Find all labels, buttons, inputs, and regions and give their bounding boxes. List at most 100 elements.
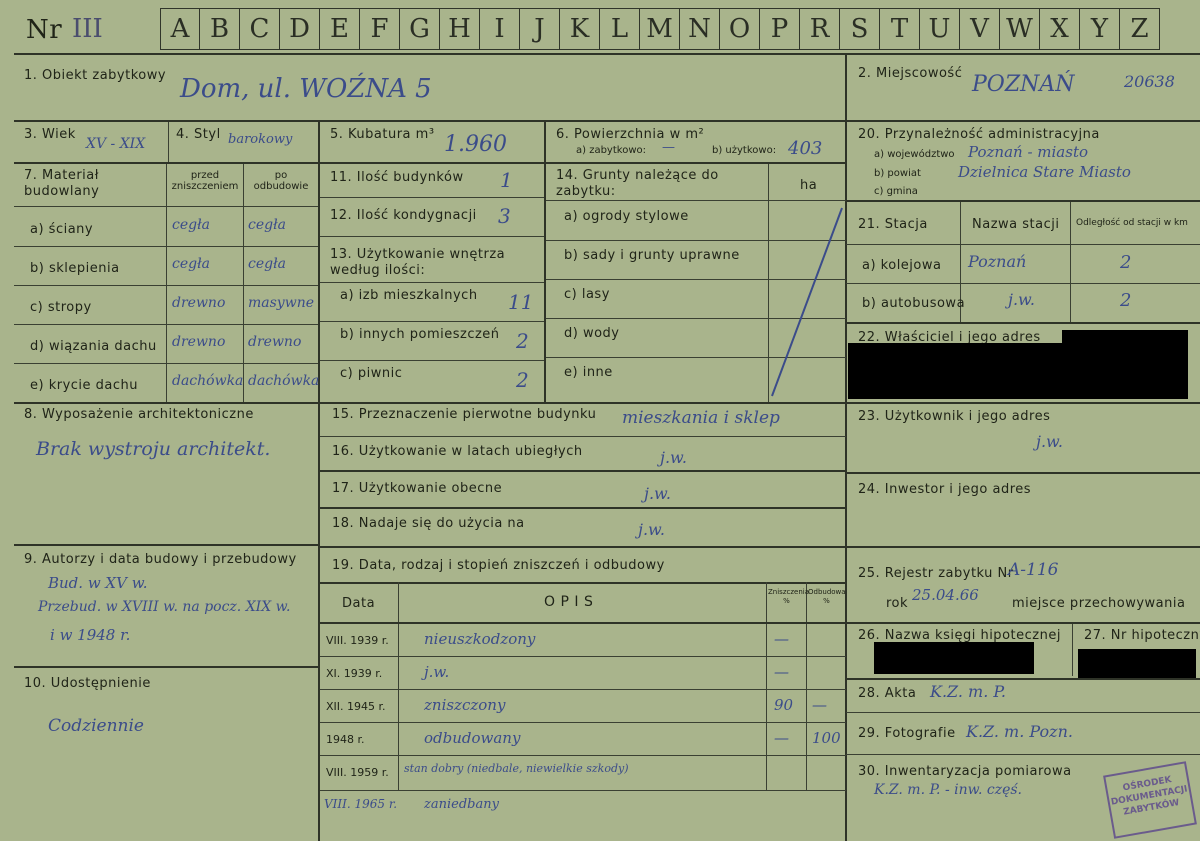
field7-row-after: drewno	[248, 334, 302, 350]
field19-row-rebuild: —	[812, 696, 827, 714]
field7-row-after: cegła	[248, 217, 286, 233]
index-letter-l: L	[600, 8, 640, 50]
index-letter-d: D	[280, 8, 320, 50]
field13-row-label: a) izb mieszkalnych	[340, 288, 478, 303]
field21-row-label: a) kolejowa	[862, 258, 942, 273]
field6-sub-a: a) zabytkowo:	[576, 145, 646, 156]
field7-row-label: d) wiązania dachu	[30, 339, 157, 354]
nr-label: Nr	[26, 15, 63, 45]
field21-row-divider	[846, 283, 1200, 284]
field13-row-label: c) piwnic	[340, 366, 403, 381]
field14-label: 14. Grunty należące do zabytku:	[556, 168, 719, 199]
field4-value: barokowy	[228, 132, 293, 147]
field21-col-name: Nazwa stacji	[972, 217, 1060, 232]
field6-sub-b: b) użytkowo:	[712, 145, 777, 156]
index-letter-row: ABCDEFGHIJKLMNOPRSTUVWXYZ	[160, 8, 1160, 50]
field19-col-damage: Zniszczenia %	[768, 588, 809, 605]
field19-row-desc: zniszczony	[424, 696, 506, 714]
index-letter-j: J	[520, 8, 560, 50]
index-letter-s: S	[840, 8, 880, 50]
field11-label: 11. Ilość budynków	[330, 170, 464, 185]
field23-value: j.w.	[1036, 432, 1063, 451]
field20-b-value: Dzielnica Stare Miasto	[958, 163, 1131, 181]
index-letter-b: B	[200, 8, 240, 50]
index-letter-r: R	[800, 8, 840, 50]
field21-row-name: j.w.	[1008, 290, 1035, 309]
field15-label: 15. Przeznaczenie pierwotne budynku	[332, 407, 597, 422]
index-letter-t: T	[880, 8, 920, 50]
field1-value: Dom, ul. WOŹNA 5	[180, 74, 432, 104]
field19-row-desc: stan dobry (niedbale, niewielkie szkody)	[404, 762, 629, 775]
field19-row-desc: nieuszkodzony	[424, 630, 536, 648]
field7-label: 7. Materiał budowlany	[24, 168, 100, 199]
field7-row-before: cegła	[172, 217, 210, 233]
field19-row-damage: 90	[774, 696, 794, 714]
field13-row-value: 11	[508, 290, 534, 314]
field14-cancel-stroke	[771, 207, 843, 397]
index-letter-c: C	[240, 8, 280, 50]
field14-row-label: b) sady i grunty uprawne	[564, 248, 740, 263]
field9-line3: i w 1948 r.	[50, 626, 131, 644]
index-letter-p: P	[760, 8, 800, 50]
field7-row-before: drewno	[172, 295, 226, 311]
record-card: Nr III ABCDEFGHIJKLMNOPRSTUVWXYZ 1. Obie…	[0, 0, 1200, 841]
field7-row-label: e) krycie dachu	[30, 378, 139, 393]
index-letter-f: F	[360, 8, 400, 50]
redaction-owner-b	[848, 343, 1188, 399]
index-letter-m: M	[640, 8, 680, 50]
field19-extra-date: VIII. 1965 r.	[324, 797, 398, 811]
field27-label: 27. Nr hipoteczny	[1084, 628, 1200, 643]
field3-value: XV - XIX	[86, 136, 146, 152]
field20-c-label: c) gmina	[874, 186, 918, 197]
field7-row-divider	[14, 285, 318, 286]
field20-b-label: b) powiat	[874, 168, 921, 179]
field7-row-before: cegła	[172, 256, 210, 272]
field19-row-date: VIII. 1939 r.	[326, 634, 389, 647]
field19-row-divider	[320, 656, 846, 657]
field7-row-label: a) ściany	[30, 222, 94, 237]
field7-col-after: po odbudowie	[253, 170, 309, 192]
archive-stamp: OŚRODEK DOKUMENTACJI ZABYTKÓW	[1103, 761, 1197, 839]
field29-label: 29. Fotografie	[858, 726, 956, 741]
field19-row-divider	[320, 755, 846, 756]
nr-value: III	[72, 14, 103, 44]
field7-row-label: b) sklepienia	[30, 261, 120, 276]
field18-value: j.w.	[638, 520, 665, 539]
field16-value: j.w.	[660, 448, 687, 467]
field19-row-date: XII. 1945 r.	[326, 700, 386, 713]
field19-row-divider	[320, 689, 846, 690]
field7-row-label: c) stropy	[30, 300, 92, 315]
field21-label: 21. Stacja	[858, 217, 928, 232]
field14-row-label: c) lasy	[564, 287, 610, 302]
field25-value: A-116	[1008, 560, 1059, 580]
index-letter-i: I	[480, 8, 520, 50]
field14-row-label: e) inne	[564, 365, 613, 380]
field7-row-after: masywne	[248, 295, 315, 311]
field1-label: 1. Obiekt zabytkowy	[24, 68, 167, 83]
field19-row-damage: —	[774, 630, 789, 648]
field21-row-distance: 2	[1120, 290, 1132, 311]
field12-value: 3	[498, 204, 511, 228]
field19-row-desc: j.w.	[424, 663, 450, 681]
field28-label: 28. Akta	[858, 686, 917, 701]
field7-row-divider	[14, 246, 318, 247]
field7-row-after: cegła	[248, 256, 286, 272]
field30-label: 30. Inwentaryzacja pomiarowa	[858, 764, 1072, 779]
field7-row-after: dachówka	[248, 373, 320, 389]
field25-rok-label: rok	[886, 596, 909, 611]
field19-row-divider	[320, 722, 846, 723]
catalog-number: 20638	[1124, 72, 1175, 91]
field19-col-rebuild: Odbudowa %	[808, 588, 846, 605]
field16-label: 16. Użytkowanie w latach ubiegłych	[332, 444, 583, 459]
field25-rok-value: 25.04.66	[912, 586, 979, 604]
field21-col-distance: Odległość od stacji w km	[1076, 218, 1188, 228]
field19-row-date: 1948 r.	[326, 733, 365, 746]
field14-row-label: a) ogrody stylowe	[564, 209, 689, 224]
field9-line2: Przebud. w XVIII w. na pocz. XIX w.	[38, 599, 291, 615]
index-letter-u: U	[920, 8, 960, 50]
field21-row-name: Poznań	[968, 252, 1027, 271]
field23-label: 23. Użytkownik i jego adres	[858, 409, 1051, 424]
index-letter-g: G	[400, 8, 440, 50]
field19-col-date: Data	[342, 596, 376, 611]
field20-a-label: a) województwo	[874, 149, 955, 160]
